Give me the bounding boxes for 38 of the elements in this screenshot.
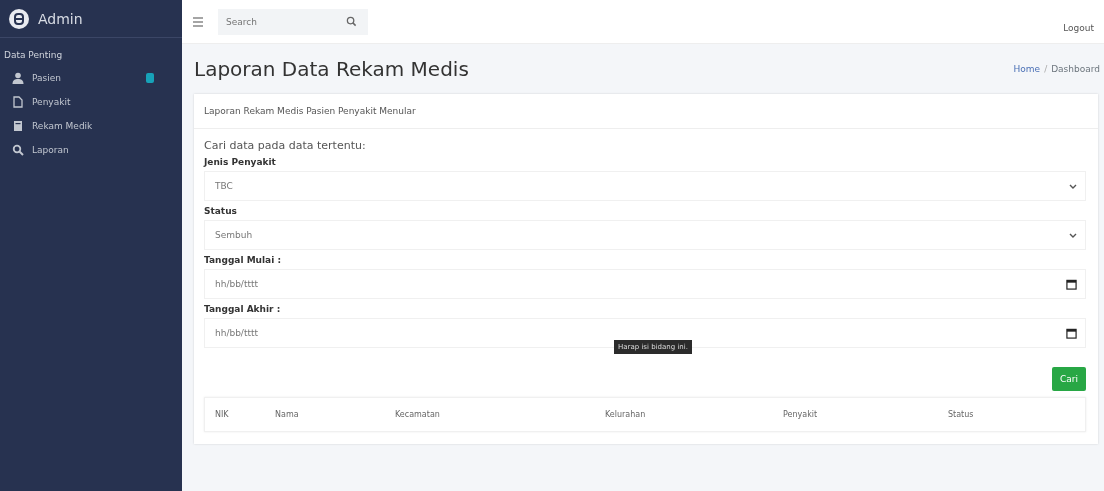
caret-icon <box>1069 231 1077 239</box>
column-header: Status <box>948 410 975 419</box>
calendar-icon <box>1066 327 1077 339</box>
logo-icon <box>8 7 30 30</box>
card-title: Laporan Rekam Medis Pasien Penyakit Menular <box>194 94 1098 129</box>
sidebar-item[interactable]: Penyakit <box>0 90 182 114</box>
search-button[interactable]: Cari <box>1052 367 1086 391</box>
select-field[interactable]: Sembuh <box>204 220 1086 250</box>
field-label: Tanggal Akhir : <box>204 304 282 314</box>
breadcrumb-link[interactable]: Home <box>1013 64 1041 74</box>
column-header: Penyakit <box>783 410 819 419</box>
calendar-icon <box>1066 278 1077 290</box>
page-title: Laporan Data Rekam Medis <box>194 57 469 81</box>
sidebar-item[interactable]: Laporan <box>0 138 182 162</box>
breadcrumb-separator: / <box>1044 64 1048 74</box>
sidebar-item[interactable]: Pasien <box>0 66 182 90</box>
date-field[interactable]: hh/bb/tttt <box>204 269 1086 299</box>
column-header: Kelurahan <box>605 410 647 419</box>
menu-icon <box>192 15 204 28</box>
caret-icon <box>1069 182 1077 190</box>
select-field[interactable]: TBC <box>204 171 1086 201</box>
column-header: NIK <box>215 410 230 419</box>
user-icon <box>12 72 24 84</box>
book-icon <box>12 120 24 132</box>
document-icon <box>12 96 24 108</box>
column-header: Kecamatan <box>395 410 441 419</box>
field-label: Tanggal Mulai : <box>204 255 282 265</box>
field-label: Jenis Penyakit <box>204 157 277 167</box>
section-label: Data Penting <box>3 49 64 62</box>
column-header: Nama <box>275 410 300 419</box>
sidebar-item[interactable]: Rekam Medik <box>0 114 182 138</box>
search-field[interactable]: Search <box>218 8 368 35</box>
search-icon <box>12 144 24 156</box>
logout-link[interactable]: Logout <box>1063 22 1094 33</box>
breadcrumb-link[interactable]: Dashboard <box>1051 64 1100 74</box>
brand-name: Admin <box>38 10 83 27</box>
instruction-text: Cari data pada data tertentu: <box>204 139 367 152</box>
field-label: Status <box>204 206 238 216</box>
